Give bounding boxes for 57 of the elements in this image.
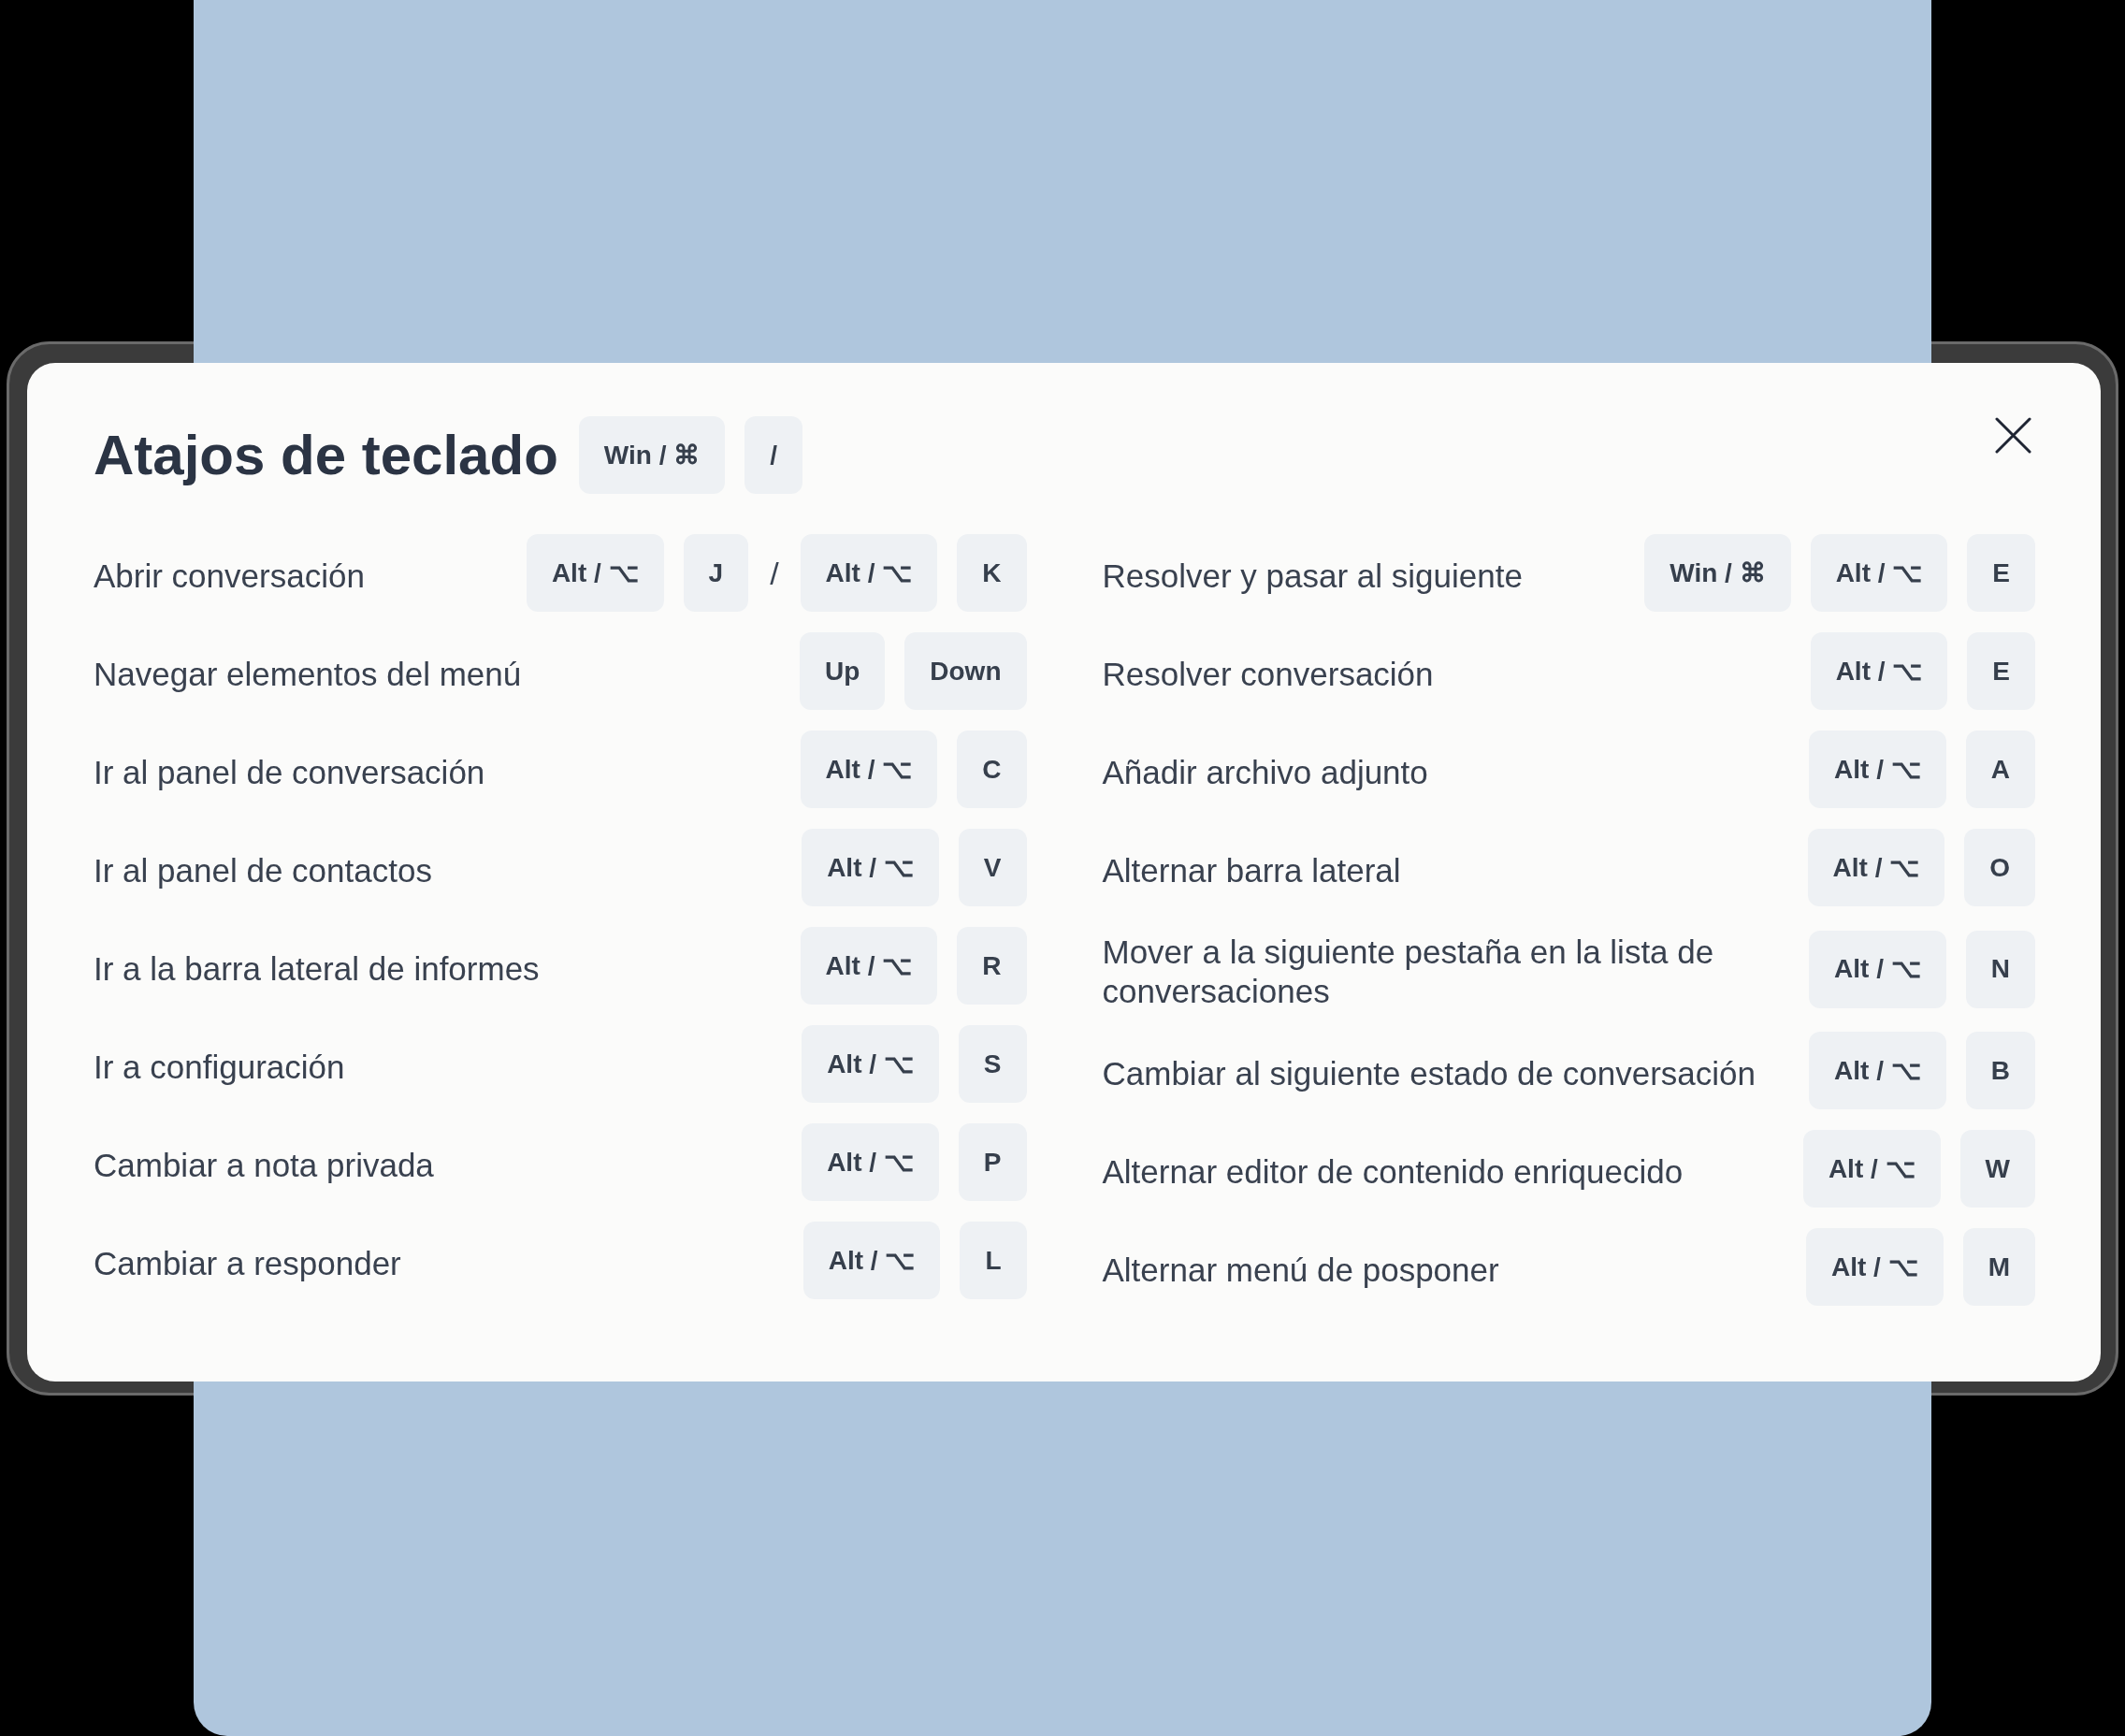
key-cap: E bbox=[1967, 534, 2035, 612]
shortcut-label: Resolver conversación bbox=[1102, 654, 1434, 694]
key-cap: B bbox=[1965, 1032, 2035, 1109]
shortcut-label: Ir al panel de conversación bbox=[94, 752, 485, 792]
key-cap: K bbox=[957, 534, 1027, 612]
key-cap: V bbox=[958, 829, 1027, 906]
key-cap: Alt / ⌥ bbox=[1802, 1130, 1941, 1208]
key-cap: W bbox=[1959, 1130, 2035, 1208]
key-cap: Alt / ⌥ bbox=[802, 1222, 941, 1299]
key-cap: Win / ⌘ bbox=[578, 416, 726, 494]
key-cap: S bbox=[958, 1025, 1027, 1103]
key-cap: N bbox=[1965, 930, 2035, 1008]
key-cap: E bbox=[1967, 632, 2035, 710]
close-button[interactable] bbox=[1995, 417, 2031, 454]
key-cap: J bbox=[683, 534, 749, 612]
key-cap: Alt / ⌥ bbox=[1810, 534, 1948, 612]
key-cap: / bbox=[744, 416, 802, 494]
key-cap: Alt / ⌥ bbox=[1807, 829, 1945, 906]
shortcut-label: Abrir conversación bbox=[94, 556, 365, 596]
key-cap: Down bbox=[904, 632, 1027, 710]
shortcut-label: Cambiar a nota privada bbox=[94, 1145, 434, 1185]
shortcut-label: Alternar menú de posponer bbox=[1102, 1250, 1499, 1290]
key-cap: C bbox=[957, 731, 1027, 808]
key-cap: A bbox=[1965, 731, 2035, 808]
key-cap: Alt / ⌥ bbox=[800, 731, 938, 808]
key-cap: Alt / ⌥ bbox=[800, 534, 938, 612]
shortcut-label: Mover a la siguiente pestaña en la lista de conversaciones bbox=[1102, 933, 1715, 1011]
key-cap: Alt / ⌥ bbox=[526, 534, 664, 612]
key-cap: Alt / ⌥ bbox=[1809, 1032, 1946, 1109]
shortcut-label: Alternar editor de contenido enriquecido bbox=[1102, 1151, 1684, 1192]
key-cap: P bbox=[958, 1123, 1027, 1201]
key-cap: Alt / ⌥ bbox=[1806, 1228, 1944, 1306]
shortcut-label: Ir a configuración bbox=[94, 1047, 345, 1087]
key-cap: L bbox=[960, 1222, 1027, 1299]
shortcut-label: Cambiar al siguiente estado de conversación bbox=[1102, 1053, 1756, 1093]
key-cap: Alt / ⌥ bbox=[802, 1123, 939, 1201]
key-separator: / bbox=[769, 557, 780, 589]
shortcut-label: Cambiar a responder bbox=[94, 1243, 401, 1283]
key-cap: O bbox=[1964, 829, 2035, 906]
shortcut-label: Resolver y pasar al siguiente bbox=[1102, 556, 1523, 596]
key-cap: Alt / ⌥ bbox=[1809, 731, 1946, 808]
key-cap: Up bbox=[799, 632, 886, 710]
key-cap: Alt / ⌥ bbox=[802, 1025, 939, 1103]
close-icon bbox=[1995, 417, 2031, 454]
shortcut-label: Ir a la barra lateral de informes bbox=[94, 948, 540, 989]
shortcut-label: Navegar elementos del menú bbox=[94, 654, 522, 694]
shortcut-label: Ir al panel de contactos bbox=[94, 850, 432, 890]
key-cap: Win / ⌘ bbox=[1644, 534, 1791, 612]
shortcut-label: Añadir archivo adjunto bbox=[1102, 752, 1428, 792]
shortcut-label: Alternar barra lateral bbox=[1102, 850, 1401, 890]
key-cap: Alt / ⌥ bbox=[1809, 930, 1946, 1008]
key-cap: Alt / ⌥ bbox=[1810, 632, 1948, 710]
key-cap: M bbox=[1962, 1228, 2035, 1306]
dialog-title: Atajos de teclado bbox=[94, 427, 558, 484]
key-cap: Alt / ⌥ bbox=[800, 927, 938, 1005]
key-cap: R bbox=[957, 927, 1027, 1005]
key-cap: Alt / ⌥ bbox=[802, 829, 939, 906]
